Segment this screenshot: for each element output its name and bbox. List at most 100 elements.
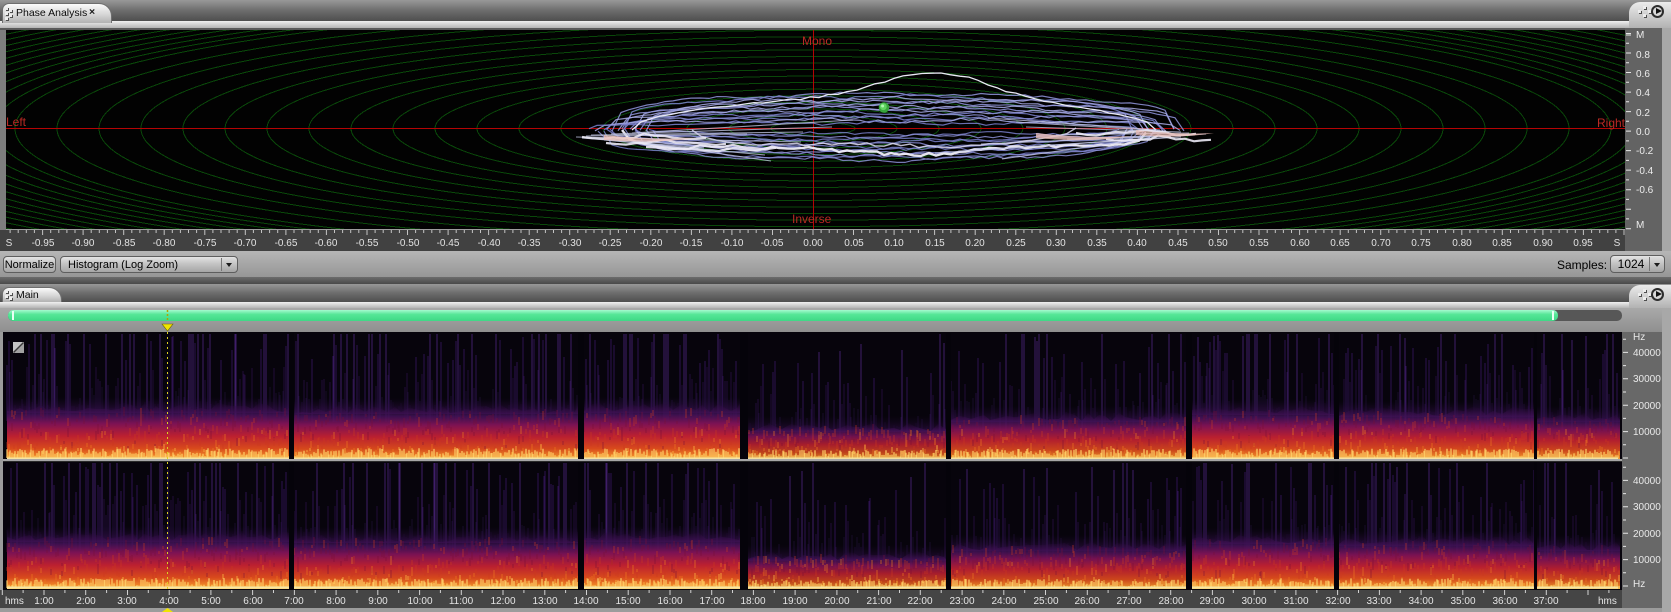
svg-text:30000: 30000 [1633,374,1661,385]
svg-text:8:00: 8:00 [326,596,346,607]
svg-text:36:00: 36:00 [1492,596,1517,607]
svg-text:40000: 40000 [1633,476,1661,487]
svg-text:0.50: 0.50 [1208,238,1228,249]
svg-text:-0.6: -0.6 [1636,185,1654,196]
svg-text:-0.80: -0.80 [153,238,176,249]
svg-text:26:00: 26:00 [1074,596,1099,607]
svg-text:-0.90: -0.90 [72,238,95,249]
svg-text:0.6: 0.6 [1636,69,1650,80]
svg-text:33:00: 33:00 [1366,596,1391,607]
svg-text:20000: 20000 [1633,529,1661,540]
svg-text:24:00: 24:00 [991,596,1016,607]
svg-text:30000: 30000 [1633,502,1661,513]
svg-text:13:00: 13:00 [532,596,557,607]
svg-text:Right: Right [1597,116,1625,130]
svg-text:-0.4: -0.4 [1636,166,1654,177]
svg-text:3:00: 3:00 [117,596,137,607]
svg-text:31:00: 31:00 [1283,596,1308,607]
svg-text:hms: hms [5,596,24,607]
svg-text:hms: hms [1598,596,1617,607]
svg-text:-0.95: -0.95 [32,238,55,249]
svg-text:-0.2: -0.2 [1636,146,1654,157]
svg-text:27:00: 27:00 [1116,596,1141,607]
svg-text:1:00: 1:00 [34,596,54,607]
svg-text:10:00: 10:00 [407,596,432,607]
svg-text:-0.10: -0.10 [721,238,744,249]
svg-text:14:00: 14:00 [573,596,598,607]
svg-text:4:00: 4:00 [159,596,179,607]
svg-text:29:00: 29:00 [1199,596,1224,607]
svg-text:34:00: 34:00 [1408,596,1433,607]
svg-text:30:00: 30:00 [1241,596,1266,607]
svg-text:23:00: 23:00 [949,596,974,607]
svg-text:6:00: 6:00 [243,596,263,607]
svg-text:37:00: 37:00 [1533,596,1558,607]
svg-text:0.30: 0.30 [1046,238,1066,249]
svg-text:Mono: Mono [802,34,832,48]
svg-text:-0.85: -0.85 [113,238,136,249]
svg-text:-0.15: -0.15 [680,238,703,249]
svg-text:10000: 10000 [1633,427,1661,438]
svg-text:S: S [1614,238,1621,249]
svg-text:0.8: 0.8 [1636,50,1650,61]
svg-text:-0.65: -0.65 [275,238,298,249]
svg-text:16:00: 16:00 [657,596,682,607]
svg-text:2:00: 2:00 [76,596,96,607]
svg-text:7:00: 7:00 [284,596,304,607]
svg-text:0.40: 0.40 [1127,238,1147,249]
svg-text:17:00: 17:00 [699,596,724,607]
svg-text:0.45: 0.45 [1168,238,1188,249]
svg-text:Inverse: Inverse [792,212,832,226]
svg-text:0.75: 0.75 [1411,238,1431,249]
svg-text:0.2: 0.2 [1636,108,1650,119]
svg-text:20000: 20000 [1633,401,1661,412]
svg-text:28:00: 28:00 [1158,596,1183,607]
svg-text:0.85: 0.85 [1492,238,1512,249]
svg-text:0.80: 0.80 [1452,238,1472,249]
svg-text:19:00: 19:00 [782,596,807,607]
svg-text:Hz: Hz [1633,332,1645,343]
svg-text:M: M [1636,220,1644,231]
svg-text:-0.60: -0.60 [315,238,338,249]
svg-text:0.0: 0.0 [1636,127,1650,138]
svg-text:0.25: 0.25 [1006,238,1026,249]
svg-text:0.65: 0.65 [1330,238,1350,249]
svg-text:11:00: 11:00 [449,596,474,607]
svg-text:0.60: 0.60 [1290,238,1310,249]
svg-text:Hz: Hz [1633,579,1645,590]
svg-text:-0.45: -0.45 [437,238,460,249]
svg-text:15:00: 15:00 [615,596,640,607]
svg-text:32:00: 32:00 [1325,596,1350,607]
svg-text:0.70: 0.70 [1371,238,1391,249]
svg-text:0.35: 0.35 [1087,238,1107,249]
svg-text:0.4: 0.4 [1636,88,1650,99]
svg-text:0.10: 0.10 [884,238,904,249]
svg-text:5:00: 5:00 [201,596,221,607]
svg-text:S: S [6,238,13,249]
svg-text:0.00: 0.00 [803,238,823,249]
svg-text:0.05: 0.05 [844,238,864,249]
svg-text:-0.05: -0.05 [761,238,784,249]
svg-text:-0.35: -0.35 [518,238,541,249]
svg-text:0.90: 0.90 [1533,238,1553,249]
svg-text:0.15: 0.15 [925,238,945,249]
svg-text:-0.50: -0.50 [397,238,420,249]
svg-text:35:00: 35:00 [1450,596,1475,607]
svg-text:21:00: 21:00 [866,596,891,607]
svg-text:22:00: 22:00 [907,596,932,607]
svg-text:9:00: 9:00 [368,596,388,607]
svg-text:-0.75: -0.75 [194,238,217,249]
svg-text:0.20: 0.20 [965,238,985,249]
svg-text:25:00: 25:00 [1033,596,1058,607]
svg-text:10000: 10000 [1633,555,1661,566]
svg-text:12:00: 12:00 [490,596,515,607]
svg-text:-0.55: -0.55 [356,238,379,249]
svg-text:0.55: 0.55 [1249,238,1269,249]
svg-text:0.95: 0.95 [1573,238,1593,249]
svg-text:-0.70: -0.70 [234,238,257,249]
svg-text:-0.30: -0.30 [559,238,582,249]
svg-text:40000: 40000 [1633,348,1661,359]
svg-text:-0.20: -0.20 [640,238,663,249]
svg-text:-0.25: -0.25 [599,238,622,249]
svg-text:M: M [1636,30,1644,41]
